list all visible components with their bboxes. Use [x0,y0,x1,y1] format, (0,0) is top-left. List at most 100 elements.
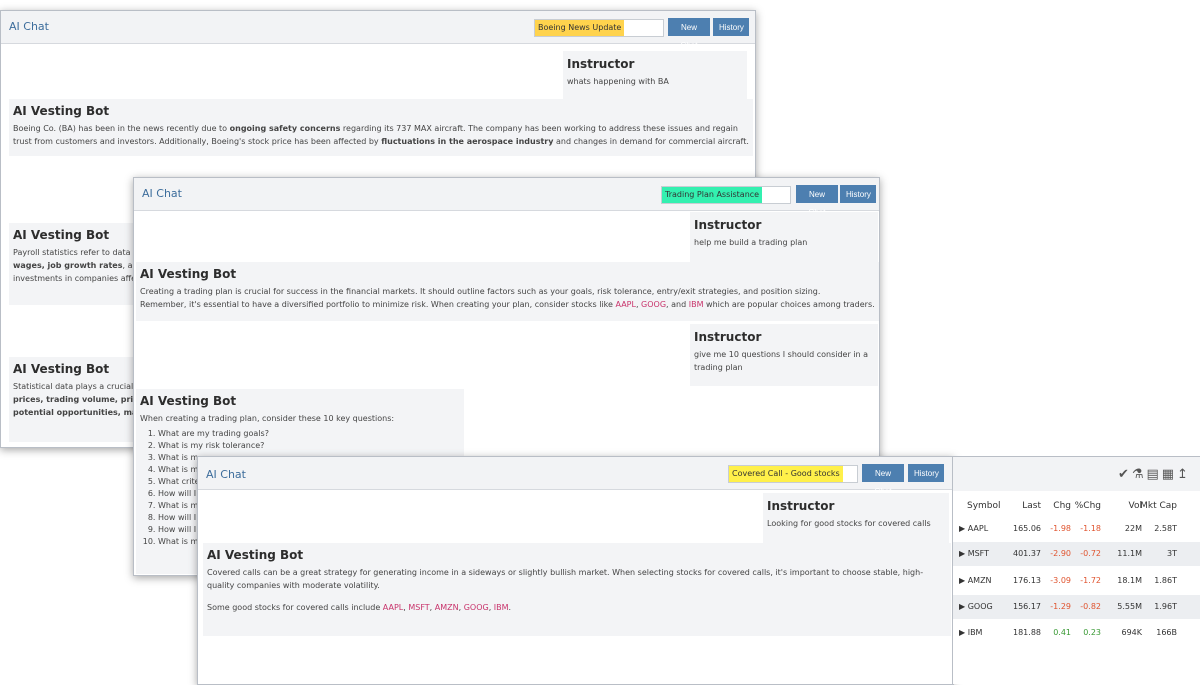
message-author: Instructor [694,330,762,344]
bold-text: prices, trading volume, price- [13,395,147,404]
chat-title: AI Chat [142,187,182,200]
pchg-cell: 0.23 [1083,628,1101,637]
ticker-link-aapl[interactable]: AAPL [383,603,403,612]
pchg-cell: -1.72 [1080,576,1101,585]
topic-text: Covered Call - Good stocks [729,466,843,482]
table-row[interactable]: ▶ IBM 181.88 0.41 0.23 694K 166B [953,621,1200,645]
ticker-link-amzn[interactable]: AMZN [435,603,459,612]
text-run: investments in companies affe [13,274,137,283]
vol-cell: 22M [1124,524,1142,533]
message-text: give me 10 questions I should consider i… [694,348,878,374]
text-run: Creating a trading plan is crucial for s… [140,287,821,296]
last-cell: 181.88 [1013,628,1041,637]
instructor-message: Instructor give me 10 questions I should… [690,324,878,386]
instructor-message: Instructor Looking for good stocks for c… [763,493,949,543]
vol-cell: 18.1M [1117,576,1142,585]
watchlist-panel: ✔⚗▤▦↥ Symbol Last Chg %Chg Vol Mkt Cap ▶… [952,456,1200,684]
check-circle-icon[interactable]: ✔ [1118,467,1132,482]
pchg-cell: -0.82 [1080,602,1101,611]
message-author: Instructor [694,218,762,232]
chg-cell: 0.41 [1053,628,1071,637]
history-button[interactable]: History [840,185,876,203]
symbol-text: GOOG [967,602,993,611]
new-chat-button[interactable]: New Chat [796,185,838,217]
last-cell: 156.17 [1013,602,1041,611]
topic-text: Trading Plan Assistance [662,187,763,203]
chat-header: AI Chat Trading Plan Assistance New Chat… [134,178,879,217]
vol-cell: 11.1M [1117,549,1142,558]
table-row[interactable]: ▶ GOOG 156.17 -1.29 -0.82 5.55M 1.96T [953,595,1200,619]
message-author: AI Vesting Bot [13,228,110,242]
pchg-cell: -1.18 [1080,524,1101,533]
message-text: Boeing Co. (BA) has been in the news rec… [13,122,749,148]
watchlist-header: Symbol Last Chg %Chg Vol Mkt Cap [953,499,1200,513]
col-last[interactable]: Last [1022,501,1041,511]
chg-cell: -1.98 [1050,524,1071,533]
symbol-text: AAPL [967,524,989,533]
mktcap-cell: 1.96T [1154,602,1177,611]
message-text: Payroll statistics refer to data wages, … [13,246,153,285]
folder-icon[interactable]: ▤ [1147,467,1162,482]
chat-title: AI Chat [206,468,246,481]
vol-cell: 5.55M [1117,602,1142,611]
topic-text: Boeing News Update [535,20,625,36]
ticker-link-aapl[interactable]: AAPL [616,300,636,309]
topic-input[interactable]: Boeing News Update [534,19,664,37]
mktcap-cell: 166B [1156,628,1177,637]
new-chat-button[interactable]: New Chat [862,464,904,496]
text-run: regarding its 737 MAX aircraft. The comp… [340,124,738,133]
message-text: Creating a trading plan is crucial for s… [140,285,878,311]
topic-input[interactable]: Trading Plan Assistance [661,186,791,204]
table-row[interactable]: ▶ AAPL 165.06 -1.98 -1.18 22M 2.58T [953,517,1200,541]
vol-cell: 694K [1121,628,1142,637]
chat-title: AI Chat [9,20,49,33]
ticker-link-goog[interactable]: GOOG [464,603,489,612]
text-run: Some good stocks for covered calls inclu… [207,603,383,612]
ticker-link-goog[interactable]: GOOG [641,300,666,309]
message-author: AI Vesting Bot [207,548,304,562]
symbol-text: AMZN [967,576,992,585]
table-row[interactable]: ▶ MSFT 401.37 -2.90 -0.72 11.1M 3T [953,542,1200,566]
chat-header: AI Chat Boeing News Update New Chat Hist… [1,11,755,50]
mktcap-cell: 1.86T [1154,576,1177,585]
ticker-link-ibm[interactable]: IBM [689,300,704,309]
message-author: AI Vesting Bot [13,362,110,376]
col-symbol[interactable]: Symbol [967,501,1001,511]
symbol-cell: ▶ GOOG [959,602,993,611]
col-chg[interactable]: Chg [1053,501,1071,511]
table-row[interactable]: ▶ AMZN 176.13 -3.09 -1.72 18.1M 1.86T [953,569,1200,593]
topic-input[interactable]: Covered Call - Good stocks [728,465,858,483]
save-icon[interactable]: ▦ [1162,467,1177,482]
mktcap-cell: 3T [1167,549,1177,558]
col-mktcap[interactable]: Mkt Cap [1140,501,1177,511]
last-cell: 401.37 [1013,549,1041,558]
text-run: trust from customers and investors. Addi… [13,137,382,146]
ticker-link-ibm[interactable]: IBM [494,603,509,612]
ticker-link-msft[interactable]: MSFT [408,603,429,612]
upload-icon[interactable]: ↥ [1177,467,1191,482]
history-button[interactable]: History [713,18,749,36]
flask-icon[interactable]: ⚗ [1132,467,1147,482]
col-pchg[interactable]: %Chg [1075,501,1101,511]
chg-cell: -2.90 [1050,549,1071,558]
symbol-text: MSFT [967,549,990,558]
symbol-cell: ▶ AMZN [959,576,992,585]
instructor-message: Instructor whats happening with BA [563,51,747,99]
chg-cell: -3.09 [1050,576,1071,585]
symbol-cell: ▶ IBM [959,628,983,637]
message-author: AI Vesting Bot [140,394,237,408]
mktcap-cell: 2.58T [1154,524,1177,533]
new-chat-button[interactable]: New Chat [668,18,710,50]
last-cell: 165.06 [1013,524,1041,533]
message-author: Instructor [567,57,635,71]
bold-text: wages, job growth rates [13,261,123,270]
message-text: Covered calls can be a great strategy fo… [207,566,947,592]
last-cell: 176.13 [1013,576,1041,585]
text-run: Covered calls can be a great strategy fo… [207,568,924,577]
history-button[interactable]: History [908,464,944,482]
text-run: quality companies with moderate volatili… [207,581,380,590]
message-text: help me build a trading plan [694,238,808,247]
list-item: What is my risk tolerance? [158,440,460,452]
symbol-text: IBM [967,628,983,637]
message-text: Statistical data plays a crucial prices,… [13,380,154,419]
